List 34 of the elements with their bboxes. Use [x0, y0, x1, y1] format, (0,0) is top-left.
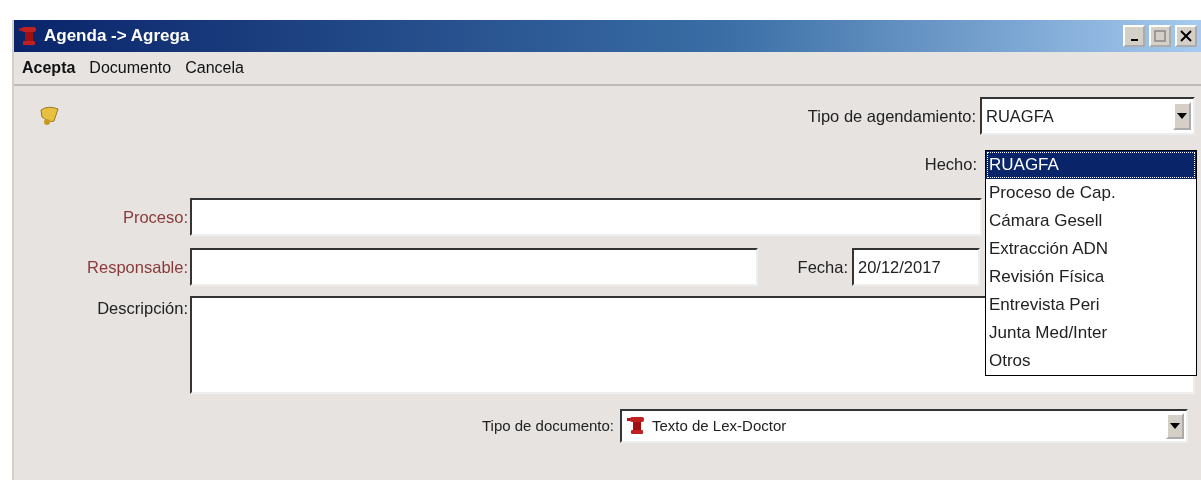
field-label: Proceso:: [121, 206, 189, 228]
dropdown-option[interactable]: Entrevista Peri: [986, 291, 1196, 319]
field-label: Tipo de agendamiento:: [807, 105, 976, 127]
dropdown[interactable]: RUAGFA: [980, 97, 1195, 135]
field-label: Fecha:: [797, 256, 848, 278]
menu-item[interactable]: Acepta: [22, 56, 76, 80]
date-field[interactable]: 20/12/2017: [852, 248, 980, 286]
dropdown[interactable]: Texto de Lex-Doctor: [620, 409, 1188, 443]
menu-item[interactable]: Documento: [89, 56, 172, 80]
field-label: Descripción:: [96, 298, 189, 319]
dropdown-option[interactable]: Proceso de Cap.: [986, 179, 1196, 207]
dropdown-option[interactable]: Revisión Física: [986, 263, 1196, 291]
field-label: Tipo de documento:: [480, 415, 615, 436]
close-icon: [1180, 30, 1192, 42]
caret-icon: [1177, 113, 1187, 119]
maximize-icon: [1154, 30, 1166, 42]
dropdown-option[interactable]: Junta Med/Inter: [986, 319, 1196, 347]
menu-item[interactable]: Cancela: [185, 56, 244, 80]
dropdown-arrow-button[interactable]: [1166, 413, 1184, 439]
input-field[interactable]: [190, 198, 982, 236]
field-label: Hecho:: [924, 153, 977, 175]
caret-icon: [1170, 423, 1180, 429]
dropdown-option[interactable]: Extracción ADN: [986, 235, 1196, 263]
dropdown-option[interactable]: Otros: [986, 347, 1196, 375]
minimize-icon: [1130, 39, 1138, 41]
dropdown-option[interactable]: RUAGFA: [986, 151, 1196, 179]
dropdown-arrow-button[interactable]: [1173, 102, 1191, 130]
close-button[interactable]: [1175, 25, 1197, 47]
dropdown-option[interactable]: Cámara Gesell: [986, 207, 1196, 235]
field-label: Responsable:: [86, 256, 189, 278]
input-field[interactable]: [190, 248, 758, 286]
minimize-button[interactable]: [1123, 25, 1145, 47]
bell-icon: [38, 105, 62, 127]
window-title: Agenda -> Agrega: [44, 25, 190, 48]
